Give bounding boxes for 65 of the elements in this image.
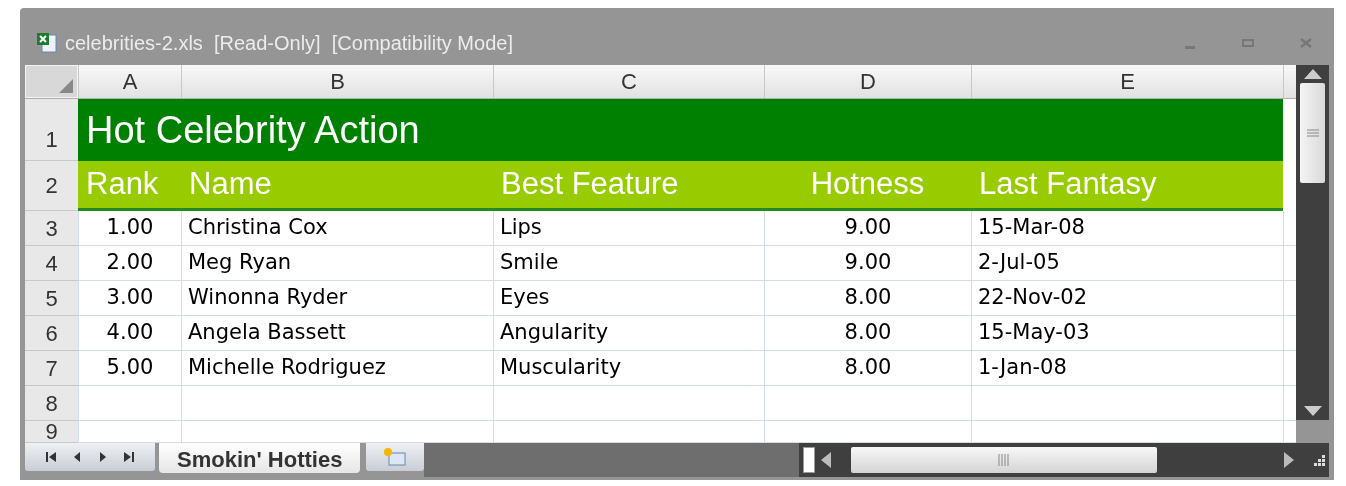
row-header[interactable]: 1 [25, 99, 78, 161]
grip-icon [998, 454, 1010, 466]
scroll-down-icon [1303, 406, 1322, 416]
table-cell: 4.00 [78, 316, 181, 351]
row-header[interactable]: 7 [25, 351, 78, 386]
row-header[interactable]: 3 [25, 211, 78, 246]
table-cell: 8.00 [764, 316, 971, 351]
table-cell: Lips [493, 211, 764, 246]
row-header[interactable]: 2 [25, 161, 78, 211]
grip-icon [1306, 129, 1319, 137]
scroll-left-icon [821, 452, 831, 468]
horizontal-scroll-thumb[interactable] [851, 447, 1157, 473]
corner-triangle-icon [59, 79, 73, 93]
title-cell: Hot Celebrity Action [78, 99, 1283, 161]
close-icon [1300, 37, 1312, 48]
new-sheet-icon [382, 447, 409, 467]
row-header[interactable]: 6 [25, 316, 78, 351]
table-cell: 9.00 [764, 211, 971, 246]
table-cell: 8.00 [764, 281, 971, 316]
split-handle[interactable] [803, 447, 815, 473]
header-cell: Last Fantasy [971, 161, 1283, 211]
column-header[interactable]: B [181, 65, 493, 98]
window-title: celebrities-2.xls [Read-Only] [Compatibility Mode] [65, 30, 513, 56]
table-cell: 2-Jul-05 [971, 246, 1283, 281]
column-header[interactable]: C [493, 65, 764, 98]
table-cell: 22-Nov-02 [971, 281, 1283, 316]
header-cell: Best Feature [493, 161, 764, 211]
table-cell: 15-May-03 [971, 316, 1283, 351]
scroll-right-icon [1284, 452, 1294, 468]
last-sheet-icon [123, 451, 135, 463]
table-cell: Meg Ryan [181, 246, 493, 281]
row-header[interactable]: 5 [25, 281, 78, 316]
table-cell: Eyes [493, 281, 764, 316]
select-all-corner[interactable] [25, 65, 78, 98]
table-cell: Winonna Ryder [181, 281, 493, 316]
table-cell: 1.00 [78, 211, 181, 246]
sheet-tab[interactable]: Smokin' Hotties [159, 443, 361, 473]
header-cell: Name [181, 161, 493, 211]
column-header[interactable]: A [78, 65, 181, 98]
vertical-scrollbar[interactable] [1296, 65, 1329, 420]
table-cell: 8.00 [764, 351, 971, 386]
scroll-thumb[interactable] [1300, 83, 1325, 183]
column-header[interactable]: D [764, 65, 971, 98]
header-cell: Rank [78, 161, 181, 211]
row-header[interactable]: 4 [25, 246, 78, 281]
spreadsheet-file-icon [35, 30, 59, 55]
table-cell: 5.00 [78, 351, 181, 386]
table-cell: Angularity [493, 316, 764, 351]
row-header[interactable]: 8 [25, 386, 78, 421]
column-header[interactable]: E [971, 65, 1283, 98]
table-cell: 2.00 [78, 246, 181, 281]
scroll-up-icon [1303, 69, 1322, 79]
header-cell: Hotness [764, 161, 971, 211]
table-cell: Michelle Rodriguez [181, 351, 493, 386]
table-cell: Christina Cox [181, 211, 493, 246]
table-cell: Muscularity [493, 351, 764, 386]
table-cell: Smile [493, 246, 764, 281]
table-cell: 9.00 [764, 246, 971, 281]
table-cell: Angela Bassett [181, 316, 493, 351]
insert-sheet-button[interactable] [366, 443, 425, 471]
table-cell: 1-Jan-08 [971, 351, 1283, 386]
row-header[interactable]: 9 [25, 421, 78, 443]
table-cell: 3.00 [78, 281, 181, 316]
first-sheet-icon [45, 451, 57, 463]
table-cell: 15-Mar-08 [971, 211, 1283, 246]
